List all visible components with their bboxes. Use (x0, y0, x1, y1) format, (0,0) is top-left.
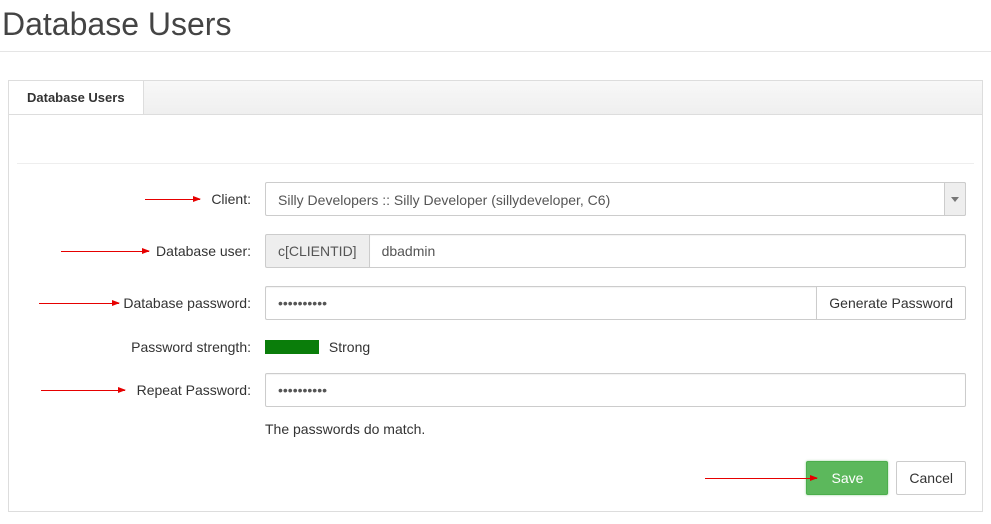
generate-password-button[interactable]: Generate Password (816, 286, 966, 320)
repeat-password-label: Repeat Password: (17, 382, 265, 398)
form-panel: Client: Silly Developers :: Silly Develo… (8, 114, 983, 512)
strength-text: Strong (329, 339, 370, 355)
password-strength-label: Password strength: (17, 339, 265, 355)
db-password-label: Database password: (17, 295, 265, 311)
page-title: Database Users (0, 0, 991, 52)
db-user-input[interactable] (369, 234, 966, 268)
repeat-password-input[interactable] (265, 373, 966, 407)
client-select-value: Silly Developers :: Silly Developer (sil… (265, 182, 966, 216)
db-user-label: Database user: (17, 243, 265, 259)
save-button[interactable]: Save (806, 461, 888, 495)
password-match-message: The passwords do match. (265, 421, 966, 437)
annotation-arrow-icon (705, 478, 817, 479)
db-password-input[interactable] (265, 286, 816, 320)
cancel-button[interactable]: Cancel (896, 461, 966, 495)
chevron-down-icon (951, 197, 959, 202)
tab-database-users[interactable]: Database Users (9, 81, 144, 114)
tab-bar: Database Users (8, 80, 983, 114)
client-label: Client: (17, 191, 265, 207)
db-user-prefix: c[CLIENTID] (265, 234, 369, 268)
strength-bar (265, 340, 319, 354)
dropdown-caret[interactable] (944, 182, 966, 216)
client-select[interactable]: Silly Developers :: Silly Developer (sil… (265, 182, 966, 216)
divider (17, 163, 974, 164)
